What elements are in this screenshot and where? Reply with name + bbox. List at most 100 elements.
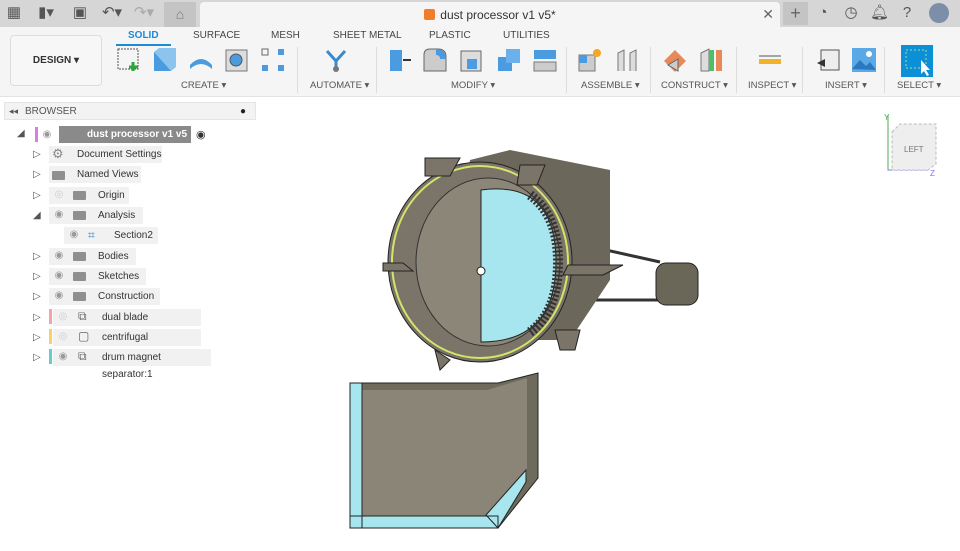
tab-plastic[interactable]: PLASTIC xyxy=(429,30,471,41)
tab-utilities[interactable]: UTILITIES xyxy=(503,30,550,41)
construct-group-label[interactable]: CONSTRUCT ▾ xyxy=(661,80,728,91)
expand-icon[interactable]: ▷ xyxy=(33,271,41,282)
extrude-icon[interactable] xyxy=(152,47,178,73)
joint-icon[interactable] xyxy=(614,47,640,73)
eye-icon[interactable]: ◉ xyxy=(53,290,65,301)
tree-item-document-settings[interactable]: Document Settings xyxy=(49,146,162,163)
user-avatar[interactable] xyxy=(929,3,949,23)
folder-icon xyxy=(73,191,86,200)
item-label: Sketches xyxy=(98,271,140,282)
eye-icon[interactable]: ◉ xyxy=(41,129,53,140)
eye-hidden-icon[interactable]: ◎ xyxy=(53,189,65,200)
save-icon[interactable]: ▣ xyxy=(72,4,88,22)
tree-item-drum-magnet-separator[interactable]: drum magnet separator:1 xyxy=(53,349,211,380)
combine-icon[interactable] xyxy=(496,47,522,73)
select-group-label[interactable]: SELECT ▾ xyxy=(897,80,941,91)
component-icon: ▢ xyxy=(78,329,90,343)
workspace-label: DESIGN xyxy=(32,55,72,66)
eye-hidden-icon[interactable]: ◎ xyxy=(57,331,69,342)
modify-group-label[interactable]: MODIFY ▾ xyxy=(451,80,495,91)
item-label: Construction xyxy=(98,291,155,302)
insert-canvas-icon[interactable] xyxy=(851,47,877,73)
pattern-icon[interactable] xyxy=(260,47,286,73)
midplane-icon[interactable] xyxy=(698,47,724,73)
home-icon[interactable]: ⌂ xyxy=(164,2,196,27)
divider xyxy=(297,47,298,93)
expand-icon[interactable]: ▷ xyxy=(33,251,41,262)
shell-icon[interactable] xyxy=(459,47,485,73)
eye-hidden-icon[interactable]: ◎ xyxy=(57,311,69,322)
new-component-icon[interactable] xyxy=(577,47,603,73)
collapse-icon[interactable]: ◢ xyxy=(17,128,25,139)
viewcube-face-label[interactable]: LEFT xyxy=(904,145,924,154)
file-icon[interactable]: ▮▾ xyxy=(34,4,58,22)
collapse-icon[interactable]: ◢ xyxy=(33,210,41,221)
collapse-browser-icon[interactable]: ◂◂ xyxy=(9,106,18,117)
component-color xyxy=(49,349,52,364)
expand-icon[interactable]: ▷ xyxy=(33,149,41,160)
eye-icon[interactable]: ◉ xyxy=(57,351,69,362)
eye-icon[interactable]: ◉ xyxy=(53,209,65,220)
expand-icon[interactable]: ▷ xyxy=(33,352,41,363)
expand-icon[interactable]: ▷ xyxy=(33,190,41,201)
job-status-icon[interactable]: ◷ xyxy=(842,4,860,22)
tab-mesh[interactable]: MESH xyxy=(271,30,300,41)
redo-icon[interactable]: ↷▾ xyxy=(132,4,156,22)
assemble-group-label[interactable]: ASSEMBLE ▾ xyxy=(581,80,640,91)
extensions-icon[interactable]: ◔ xyxy=(814,4,832,22)
folder-icon xyxy=(73,211,86,220)
divider xyxy=(802,47,803,93)
eye-icon[interactable]: ◉ xyxy=(53,270,65,281)
item-label: Named Views xyxy=(77,169,139,180)
component-icon: ⧉ xyxy=(78,349,87,363)
undo-icon[interactable]: ↶▾ xyxy=(100,4,124,22)
workspace-switcher[interactable]: DESIGN ▾ xyxy=(10,35,102,86)
inspect-group-label[interactable]: INSPECT ▾ xyxy=(748,80,796,91)
revolve-icon[interactable] xyxy=(188,47,214,73)
expand-icon[interactable]: ▷ xyxy=(33,312,41,323)
drum-model xyxy=(382,150,699,371)
measure-icon[interactable] xyxy=(757,47,783,73)
item-label: drum magnet separator:1 xyxy=(102,352,161,380)
eye-icon[interactable]: ◉ xyxy=(53,250,65,261)
divider xyxy=(884,47,885,93)
apps-grid-icon[interactable]: ▦ xyxy=(6,4,22,22)
insert-derive-icon[interactable] xyxy=(815,47,841,73)
tree-item-dual-blade-seperator[interactable]: dual blade seperator:1 xyxy=(53,309,201,340)
component-color xyxy=(49,309,52,324)
folder-icon xyxy=(52,171,65,180)
tree-item-construction[interactable]: Construction xyxy=(49,288,160,305)
create-sketch-icon[interactable] xyxy=(116,47,142,73)
tree-item-centrifugal-seperator[interactable]: centrifugal seperator:1 xyxy=(53,329,201,360)
expand-icon[interactable]: ▷ xyxy=(33,332,41,343)
automate-group-label[interactable]: AUTOMATE ▾ xyxy=(310,80,369,91)
activate-radio-icon[interactable]: ◉ xyxy=(196,128,206,141)
insert-group-label[interactable]: INSERT ▾ xyxy=(825,80,867,91)
tab-sheet-metal[interactable]: SHEET METAL xyxy=(333,30,402,41)
help-icon[interactable]: ? xyxy=(898,4,916,22)
new-tab-icon[interactable]: + xyxy=(783,2,808,25)
select-icon[interactable] xyxy=(901,45,933,77)
offset-plane-icon[interactable] xyxy=(662,47,688,73)
create-group-label[interactable]: CREATE ▾ xyxy=(181,80,226,91)
close-icon[interactable]: ✕ xyxy=(762,6,774,23)
eye-icon[interactable]: ◉ xyxy=(68,229,80,240)
fillet-icon[interactable] xyxy=(422,47,448,73)
hole-icon[interactable] xyxy=(224,47,250,73)
view-cube[interactable]: LEFT Y Z xyxy=(880,110,940,180)
minimize-icon[interactable]: ● xyxy=(240,106,246,117)
tab-surface[interactable]: SURFACE xyxy=(193,30,240,41)
press-pull-icon[interactable] xyxy=(387,47,413,73)
tab-solid[interactable]: SOLID xyxy=(116,30,171,46)
expand-icon[interactable]: ▷ xyxy=(33,291,41,302)
expand-icon[interactable]: ▷ xyxy=(33,169,41,180)
notifications-icon[interactable]: 🔔︎ xyxy=(870,4,889,22)
gear-icon: ⚙ xyxy=(52,146,64,161)
document-tab[interactable]: dust processor v1 v5* ✕ xyxy=(200,2,780,27)
split-body-icon[interactable] xyxy=(532,47,558,73)
root-component[interactable]: dust processor v1 v5 xyxy=(59,126,191,143)
y-axis-label: Y xyxy=(884,113,890,122)
folder-icon xyxy=(73,252,86,261)
automate-icon[interactable] xyxy=(323,47,349,73)
3d-viewport[interactable] xyxy=(260,98,960,551)
